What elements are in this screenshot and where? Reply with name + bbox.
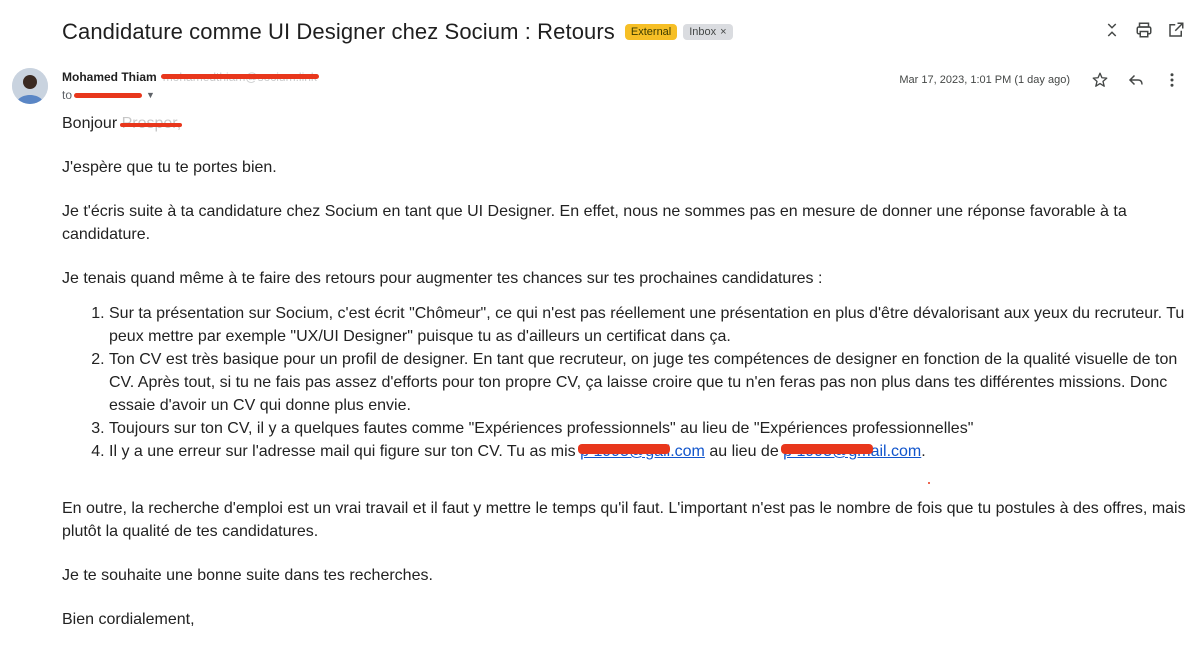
email-link-correct[interactable]: p 1995@gmail.com: [781, 440, 921, 463]
item-text: au lieu de: [704, 443, 784, 460]
item-text: .: [921, 443, 926, 460]
redaction-mark: [781, 444, 874, 454]
paragraph: J'espère que tu te portes bien.: [62, 159, 277, 176]
greeting-prefix: Bonjour: [62, 115, 122, 132]
print-icon[interactable]: [1134, 20, 1154, 40]
list-item: Ton CV est très basique pour un profil d…: [109, 348, 1186, 417]
sender-name[interactable]: Mohamed Thiam: [62, 70, 157, 84]
item-text: Il y a une erreur sur l'adresse mail qui…: [109, 443, 581, 460]
open-in-new-icon[interactable]: [1166, 20, 1186, 40]
list-item: Toujours sur ton CV, il y a quelques fau…: [109, 417, 1186, 440]
redaction-mark: [119, 123, 182, 127]
paragraph: Je te souhaite une bonne suite dans tes …: [62, 567, 433, 584]
list-item: Il y a une erreur sur l'adresse mail qui…: [109, 440, 1186, 463]
sender-email: mohamedthiam@socium.link: [160, 70, 319, 84]
email-link-wrong[interactable]: p 1995@gail.com: [578, 440, 705, 463]
recipient-line: to ▼: [62, 88, 155, 102]
paragraph: Je tenais quand même à te faire des reto…: [62, 270, 823, 287]
inbox-label-text: Inbox: [689, 26, 717, 38]
chevron-down-icon[interactable]: ▼: [146, 90, 155, 100]
inbox-label[interactable]: Inbox ×: [683, 24, 733, 40]
paragraph: En outre, la recherche d'emploi est un v…: [62, 500, 1186, 540]
to-prefix: to: [62, 88, 73, 102]
more-vert-icon[interactable]: [1162, 70, 1182, 90]
closing: Bien cordialement,: [62, 611, 195, 628]
list-item: Sur ta présentation sur Socium, c'est éc…: [109, 302, 1186, 348]
thread-toolbar: [1102, 20, 1186, 40]
message-meta: Mar 17, 2023, 1:01 PM (1 day ago): [899, 70, 1182, 90]
external-label: External: [624, 24, 678, 40]
redaction-mark: [578, 444, 671, 454]
email-body: Bonjour Prosper, J'espère que tu te port…: [62, 112, 1186, 652]
reply-icon[interactable]: [1126, 70, 1146, 90]
message-date: Mar 17, 2023, 1:01 PM (1 day ago): [899, 74, 1070, 86]
redaction-mark: [160, 74, 319, 79]
greeting: Bonjour Prosper,: [62, 112, 1186, 135]
email-subject: Candidature comme UI Designer chez Sociu…: [62, 19, 615, 44]
feedback-list: Sur ta présentation sur Socium, c'est éc…: [62, 302, 1186, 463]
star-icon[interactable]: [1090, 70, 1110, 90]
stray-mark: [928, 482, 930, 484]
remove-label-icon[interactable]: ×: [720, 26, 726, 38]
avatar[interactable]: [12, 68, 48, 104]
unfold-less-icon[interactable]: [1102, 20, 1122, 40]
greeting-name-redacted: Prosper,: [119, 112, 182, 135]
email-header: Candidature comme UI Designer chez Sociu…: [62, 16, 1200, 48]
sender-line: Mohamed Thiam mohamedthiam@socium.link: [62, 70, 319, 84]
recipient-redacted: [74, 89, 143, 101]
paragraph: Je t'écris suite à ta candidature chez S…: [62, 203, 1127, 243]
redaction-mark: [74, 93, 143, 98]
